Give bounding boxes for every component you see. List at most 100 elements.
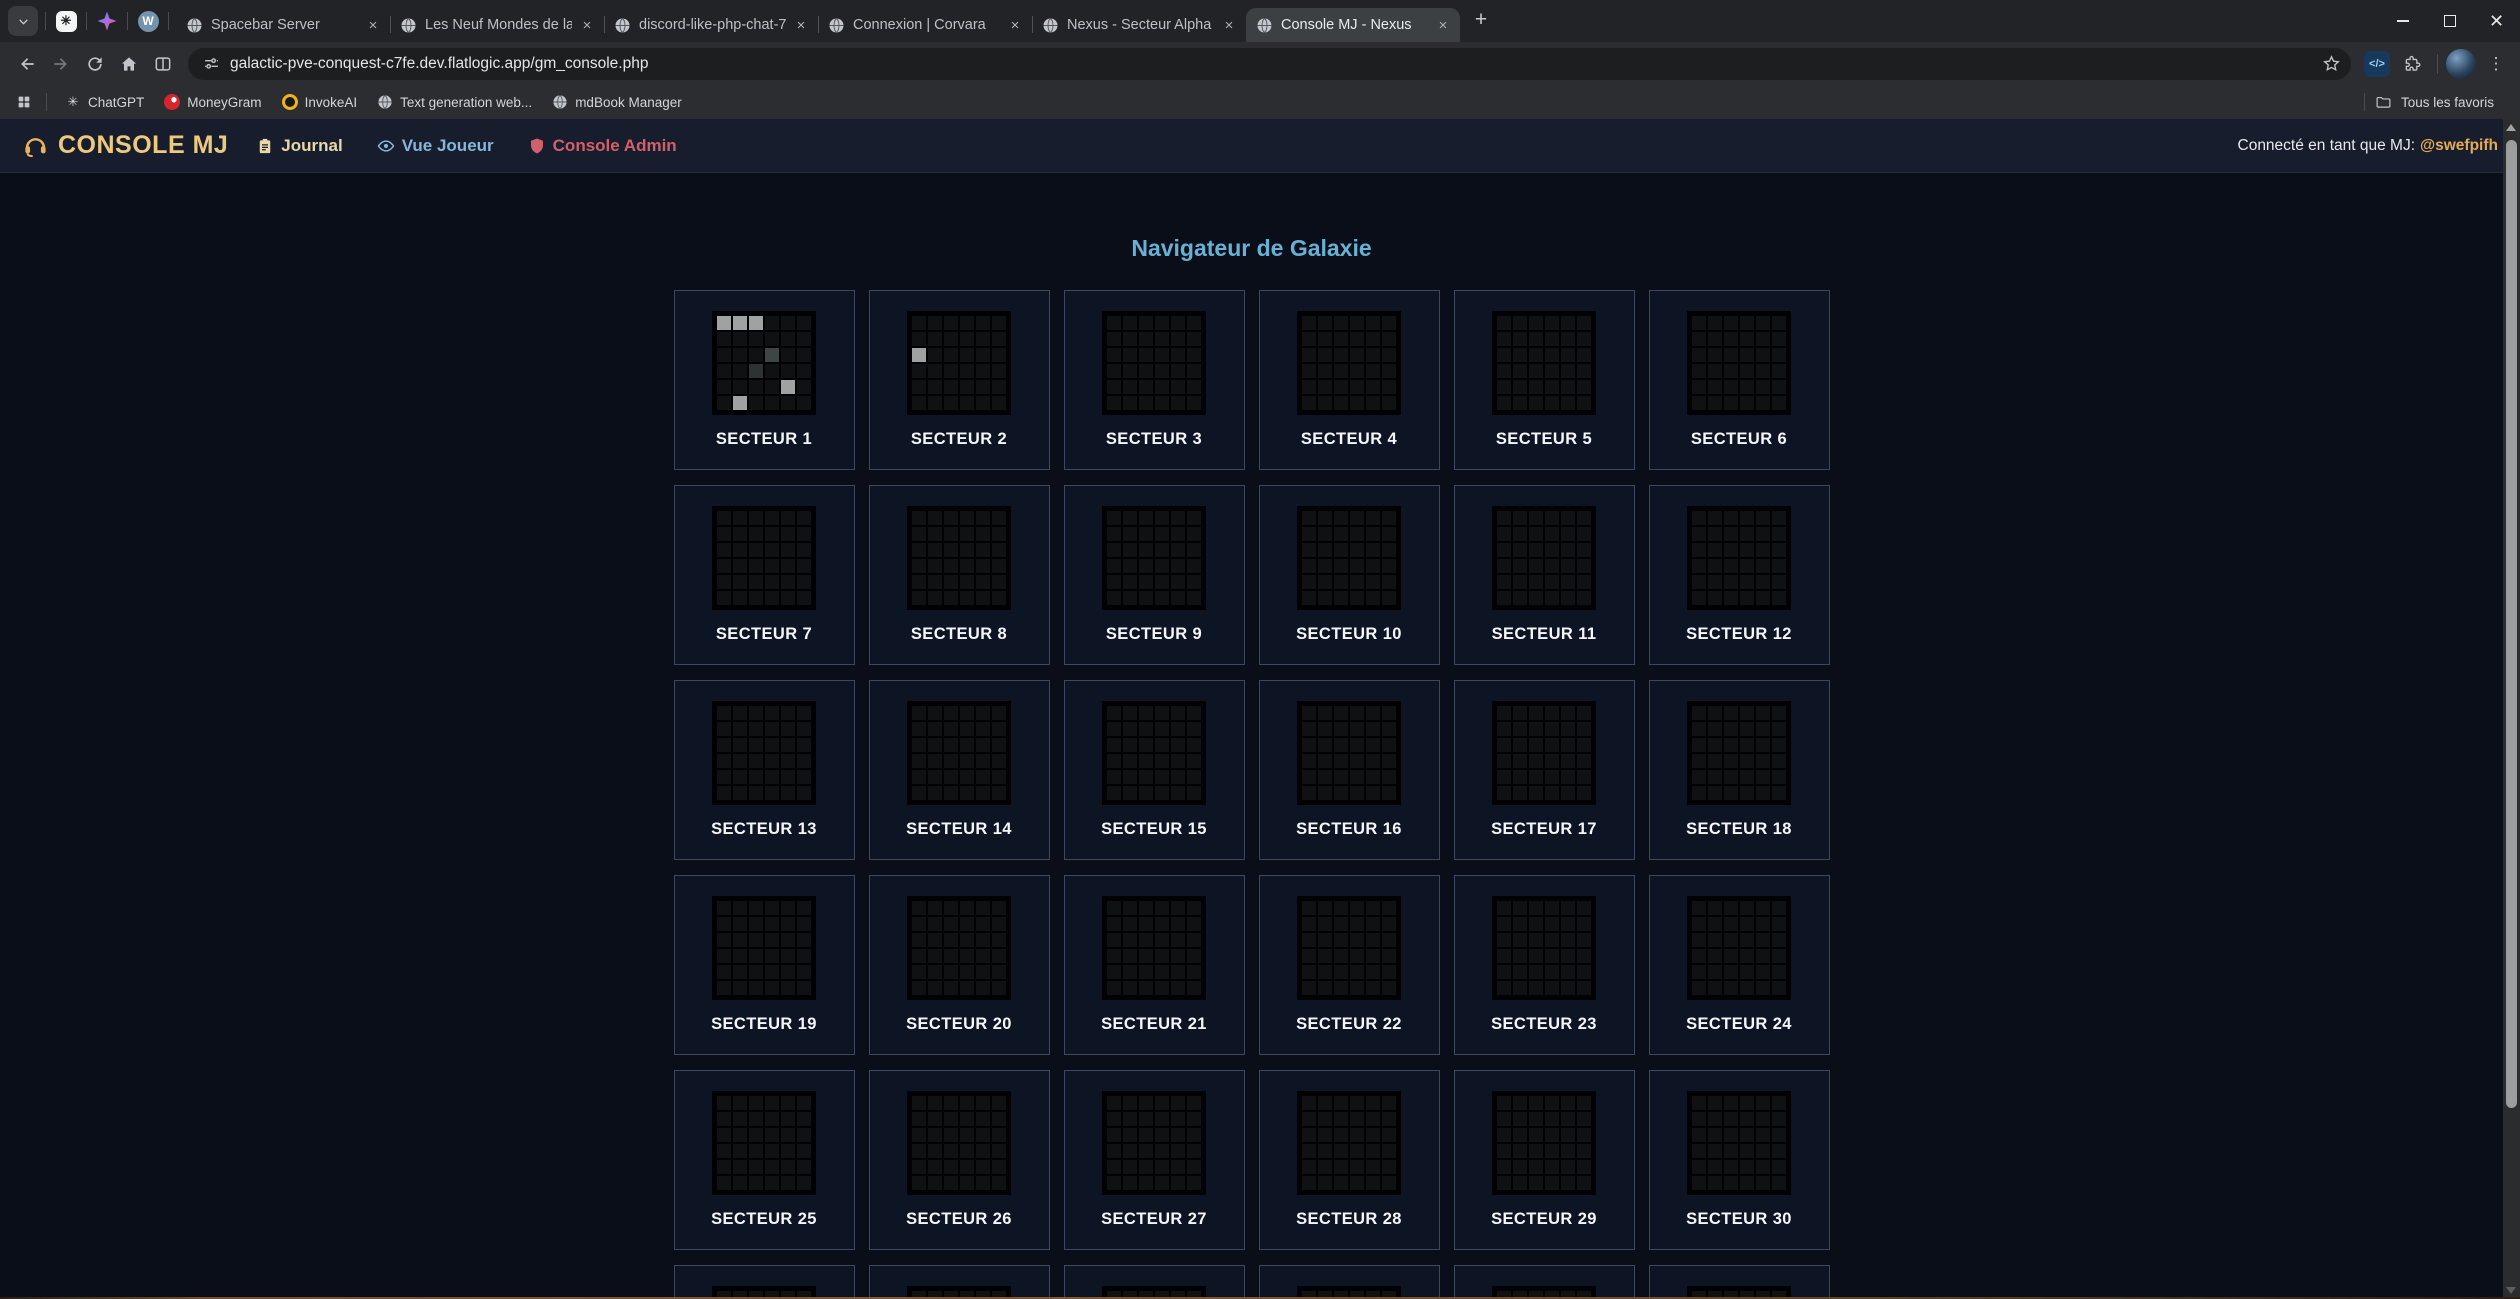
sector-card[interactable]: SECTEUR 31 xyxy=(674,1265,855,1299)
browser-tab[interactable]: discord-like-php-chat-7262.dev× xyxy=(604,8,818,42)
sector-card[interactable]: SECTEUR 27 xyxy=(1064,1070,1245,1250)
sector-card[interactable]: SECTEUR 19 xyxy=(674,875,855,1055)
pinned-tab-gemini[interactable] xyxy=(94,8,120,34)
reload-button[interactable] xyxy=(78,47,112,81)
home-button[interactable] xyxy=(112,47,146,81)
sector-card[interactable]: SECTEUR 35 xyxy=(1454,1265,1635,1299)
sector-card[interactable]: SECTEUR 5 xyxy=(1454,290,1635,470)
sector-card[interactable]: SECTEUR 34 xyxy=(1259,1265,1440,1299)
minimap-cell xyxy=(1350,965,1364,979)
minimize-button[interactable] xyxy=(2379,0,2426,42)
site-logo[interactable]: CONSOLE MJ xyxy=(22,131,228,160)
minimap-cell xyxy=(976,380,990,394)
minimap-cell xyxy=(765,364,779,378)
tab-close-icon[interactable]: × xyxy=(1006,16,1024,34)
minimap-cell xyxy=(733,348,747,362)
extension-dev-icon[interactable]: </> xyxy=(2364,51,2390,77)
sector-card[interactable]: SECTEUR 3 xyxy=(1064,290,1245,470)
bookmark-item[interactable]: MoneyGram xyxy=(156,89,269,115)
sector-card[interactable]: SECTEUR 12 xyxy=(1649,485,1830,665)
apps-button[interactable] xyxy=(12,90,36,114)
minimap-cell xyxy=(1545,786,1559,800)
tab-close-icon[interactable]: × xyxy=(1220,16,1238,34)
profile-avatar[interactable] xyxy=(2446,49,2476,79)
sector-card[interactable]: SECTEUR 20 xyxy=(869,875,1050,1055)
sector-card[interactable]: SECTEUR 23 xyxy=(1454,875,1635,1055)
bookmark-star-button[interactable] xyxy=(2317,50,2345,78)
sector-label: SECTEUR 23 xyxy=(1491,1015,1597,1034)
browser-menu-button[interactable]: ⋮ xyxy=(2482,50,2510,78)
browser-tab[interactable]: Connexion | Corvara× xyxy=(818,8,1032,42)
sector-card[interactable]: SECTEUR 29 xyxy=(1454,1070,1635,1250)
sector-card[interactable]: SECTEUR 10 xyxy=(1259,485,1440,665)
minimap-cell xyxy=(1577,332,1591,346)
tab-close-icon[interactable]: × xyxy=(578,16,596,34)
sector-card[interactable]: SECTEUR 36 xyxy=(1649,1265,1830,1299)
bookmark-item[interactable]: ✳ChatGPT xyxy=(57,89,152,115)
sector-card[interactable]: SECTEUR 8 xyxy=(869,485,1050,665)
sector-card[interactable]: SECTEUR 13 xyxy=(674,680,855,860)
sector-card[interactable]: SECTEUR 16 xyxy=(1259,680,1440,860)
sector-card[interactable]: SECTEUR 6 xyxy=(1649,290,1830,470)
sector-card[interactable]: SECTEUR 9 xyxy=(1064,485,1245,665)
minimap-cell xyxy=(1334,511,1348,525)
bookmark-item[interactable]: Text generation web... xyxy=(369,89,540,115)
minimap-cell xyxy=(1171,380,1185,394)
sector-card[interactable]: SECTEUR 26 xyxy=(869,1070,1050,1250)
nav-console-admin[interactable]: Console Admin xyxy=(528,136,677,156)
tab-close-icon[interactable]: × xyxy=(364,16,382,34)
minimap-cell xyxy=(1302,348,1316,362)
tab-close-icon[interactable]: × xyxy=(1434,16,1452,34)
page-scrollbar[interactable] xyxy=(2503,119,2520,1299)
browser-tab[interactable]: Spacebar Server× xyxy=(176,8,390,42)
bookmark-item[interactable]: mdBook Manager xyxy=(544,89,690,115)
nav-vue-joueur[interactable]: Vue Joueur xyxy=(377,136,494,156)
sector-card[interactable]: SECTEUR 30 xyxy=(1649,1070,1830,1250)
sector-card[interactable]: SECTEUR 14 xyxy=(869,680,1050,860)
minimap-cell xyxy=(797,527,811,541)
minimap-cell xyxy=(1107,396,1121,410)
forward-button[interactable] xyxy=(44,47,78,81)
site-settings-button[interactable] xyxy=(198,51,224,77)
sector-card[interactable]: SECTEUR 7 xyxy=(674,485,855,665)
minimap-cell xyxy=(1318,722,1332,736)
sector-card[interactable]: SECTEUR 2 xyxy=(869,290,1050,470)
pinned-tab-chatgpt[interactable]: ✳ xyxy=(53,8,79,34)
nav-journal[interactable]: Journal xyxy=(256,136,342,156)
new-tab-button[interactable]: + xyxy=(1466,5,1496,35)
url-bar[interactable]: galactic-pve-conquest-c7fe.dev.flatlogic… xyxy=(188,48,2351,80)
sector-card[interactable]: SECTEUR 11 xyxy=(1454,485,1635,665)
sector-card[interactable]: SECTEUR 32 xyxy=(869,1265,1050,1299)
sector-card[interactable]: SECTEUR 28 xyxy=(1259,1070,1440,1250)
browser-tab[interactable]: Nexus - Secteur Alpha [G1]× xyxy=(1032,8,1246,42)
sector-card[interactable]: SECTEUR 17 xyxy=(1454,680,1635,860)
minimap-cell xyxy=(717,1176,731,1190)
side-panel-button[interactable] xyxy=(146,47,180,81)
sector-card[interactable]: SECTEUR 18 xyxy=(1649,680,1830,860)
extensions-button[interactable] xyxy=(2395,47,2429,81)
browser-tab[interactable]: Console MJ - Nexus× xyxy=(1246,8,1460,42)
wordpress-icon: W xyxy=(138,11,159,32)
scrollbar-up-arrow-icon[interactable] xyxy=(2506,124,2516,131)
sector-card[interactable]: SECTEUR 4 xyxy=(1259,290,1440,470)
pinned-tab-wordpress[interactable]: W xyxy=(135,8,161,34)
browser-tab[interactable]: Les Neuf Mondes de la Mytholo× xyxy=(390,8,604,42)
sector-card[interactable]: SECTEUR 21 xyxy=(1064,875,1245,1055)
scrollbar-thumb[interactable] xyxy=(2506,140,2517,1108)
sector-card[interactable]: SECTEUR 33 xyxy=(1064,1265,1245,1299)
sector-card[interactable]: SECTEUR 22 xyxy=(1259,875,1440,1055)
bookmark-item[interactable]: InvokeAI xyxy=(274,89,366,115)
url-text[interactable]: galactic-pve-conquest-c7fe.dev.flatlogic… xyxy=(230,55,2317,73)
back-button[interactable] xyxy=(10,47,44,81)
tab-close-icon[interactable]: × xyxy=(792,16,810,34)
sector-card[interactable]: SECTEUR 1 xyxy=(674,290,855,470)
tab-search-button[interactable] xyxy=(8,6,38,36)
minimap-cell xyxy=(976,933,990,947)
sector-card[interactable]: SECTEUR 15 xyxy=(1064,680,1245,860)
close-button[interactable]: ✕ xyxy=(2473,0,2520,42)
sector-card[interactable]: SECTEUR 24 xyxy=(1649,875,1830,1055)
all-bookmarks-button[interactable]: Tous les favoris xyxy=(2375,94,2494,111)
scrollbar-down-arrow-icon[interactable] xyxy=(2506,1287,2516,1294)
sector-card[interactable]: SECTEUR 25 xyxy=(674,1070,855,1250)
maximize-button[interactable] xyxy=(2426,0,2473,42)
